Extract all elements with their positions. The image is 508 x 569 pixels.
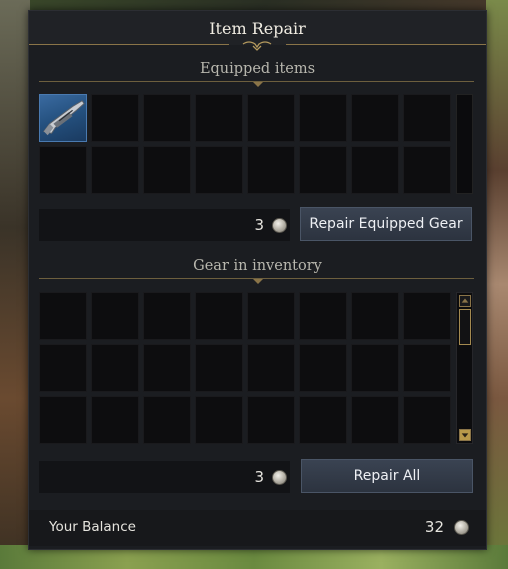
inventory-slot[interactable]	[403, 344, 451, 392]
balance-label: Your Balance	[49, 519, 136, 535]
inventory-divider-arrow-icon	[253, 279, 263, 284]
equipped-scrollbar[interactable]	[456, 94, 473, 194]
inventory-slot[interactable]	[91, 396, 139, 444]
inventory-heading: Gear in inventory	[193, 258, 322, 274]
title-ornament-icon	[242, 41, 272, 51]
equipped-repair-cost: 3	[254, 216, 264, 234]
inventory-slot[interactable]	[91, 292, 139, 340]
inventory-cost-bar: 3	[39, 461, 290, 493]
arrow-down-icon[interactable]	[459, 429, 471, 441]
equipped-slot-9[interactable]	[39, 146, 87, 194]
equipped-slot-10[interactable]	[91, 146, 139, 194]
equipped-slot-11[interactable]	[143, 146, 191, 194]
inventory-slot[interactable]	[91, 344, 139, 392]
inventory-slot[interactable]	[39, 344, 87, 392]
inventory-slot[interactable]	[195, 344, 243, 392]
background-foliage-left	[0, 0, 30, 569]
window-title: Item Repair	[209, 19, 306, 38]
equipped-slot-grid	[39, 94, 451, 194]
title-divider-left	[29, 44, 229, 45]
inventory-slot[interactable]	[351, 344, 399, 392]
inventory-slot[interactable]	[403, 292, 451, 340]
inventory-slot[interactable]	[39, 292, 87, 340]
equipped-slot-1[interactable]	[39, 94, 87, 142]
equipped-slot-16[interactable]	[403, 146, 451, 194]
inventory-slot[interactable]	[247, 292, 295, 340]
inventory-scrollbar[interactable]	[456, 292, 473, 444]
equipped-slot-5[interactable]	[247, 94, 295, 142]
equipped-slot-7[interactable]	[351, 94, 399, 142]
inventory-slot[interactable]	[299, 396, 347, 444]
inventory-scroll-thumb[interactable]	[459, 309, 471, 345]
balance-bar: Your Balance 32	[29, 510, 486, 546]
item-repair-window: Item Repair Equipped items 3 Repair Equi…	[28, 10, 487, 550]
equipped-slot-12[interactable]	[195, 146, 243, 194]
title-divider-right	[286, 44, 486, 45]
inventory-slot[interactable]	[247, 344, 295, 392]
equipped-items-heading: Equipped items	[199, 61, 316, 77]
equipped-slot-14[interactable]	[299, 146, 347, 194]
balance-value: 32	[424, 518, 444, 536]
inventory-slot[interactable]	[299, 344, 347, 392]
coin-icon	[272, 218, 287, 233]
equipped-slot-3[interactable]	[143, 94, 191, 142]
inventory-slot[interactable]	[143, 396, 191, 444]
inventory-repair-cost: 3	[254, 468, 264, 486]
inventory-slot[interactable]	[143, 344, 191, 392]
inventory-slot-grid	[39, 292, 451, 444]
equipped-slot-13[interactable]	[247, 146, 295, 194]
inventory-slot[interactable]	[403, 396, 451, 444]
inventory-slot[interactable]	[195, 396, 243, 444]
repair-equipped-gear-button[interactable]: Repair Equipped Gear	[300, 207, 472, 241]
inventory-slot[interactable]	[299, 292, 347, 340]
equipped-slot-8[interactable]	[403, 94, 451, 142]
repair-all-button[interactable]: Repair All	[301, 459, 473, 493]
inventory-slot[interactable]	[247, 396, 295, 444]
equipped-slot-6[interactable]	[299, 94, 347, 142]
equipped-cost-bar: 3	[39, 209, 290, 241]
inventory-slot[interactable]	[351, 292, 399, 340]
inventory-slot[interactable]	[143, 292, 191, 340]
coin-icon	[454, 520, 469, 535]
inventory-slot[interactable]	[195, 292, 243, 340]
coin-icon	[272, 470, 287, 485]
equipped-slot-2[interactable]	[91, 94, 139, 142]
background-foliage-right	[486, 0, 508, 569]
arrow-up-icon[interactable]	[459, 295, 471, 307]
inventory-slot[interactable]	[351, 396, 399, 444]
equipped-divider-arrow-icon	[253, 82, 263, 87]
inventory-slot[interactable]	[39, 396, 87, 444]
equipped-slot-4[interactable]	[195, 94, 243, 142]
equipped-slot-15[interactable]	[351, 146, 399, 194]
rifle-icon	[43, 100, 85, 136]
